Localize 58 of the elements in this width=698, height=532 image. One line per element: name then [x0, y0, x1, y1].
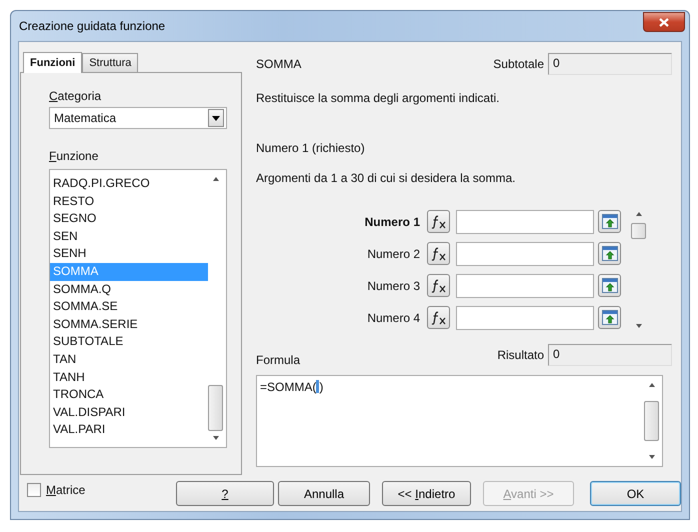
argument-label: Numero 4	[367, 310, 420, 324]
tab[interactable]: Funzioni	[23, 52, 82, 73]
close-button[interactable]	[643, 12, 685, 32]
fx-icon	[430, 214, 446, 228]
shrink-button[interactable]	[598, 210, 621, 233]
argument-field[interactable]	[456, 274, 594, 298]
list-item[interactable]: SOMMA.Q	[50, 280, 208, 298]
list-item[interactable]: RESTO	[50, 192, 208, 210]
function-button[interactable]	[427, 306, 450, 329]
help-button[interactable]: ?	[176, 481, 274, 506]
close-icon	[659, 18, 669, 26]
argument-field[interactable]	[456, 242, 594, 266]
tab[interactable]: Struttura	[82, 53, 138, 72]
window-title: Creazione guidata funzione	[19, 19, 166, 33]
subtotal-field: 0	[548, 53, 672, 75]
result-label: Risultato	[497, 348, 544, 362]
checkbox[interactable]	[27, 483, 41, 497]
list-item[interactable]: RADQ.PI.GRECO	[50, 175, 208, 193]
list-item[interactable]: VAL.DISPARI	[50, 404, 208, 422]
shrink-button[interactable]	[598, 274, 621, 297]
list-item[interactable]: SOMMA.SERIE	[50, 316, 208, 334]
argument-title: Numero 1 (richiesto)	[256, 141, 366, 157]
argument-label: Numero 1	[364, 214, 420, 228]
subtotal-label: Subtotale	[493, 57, 544, 71]
function-button[interactable]	[427, 274, 450, 297]
argument-field[interactable]	[456, 210, 594, 234]
result-field: 0	[548, 344, 672, 366]
argument-field[interactable]	[456, 306, 594, 330]
argument-description: Argomenti da 1 a 30 di cui si desidera la somma.	[256, 171, 516, 187]
list-item[interactable]: TAN	[50, 350, 208, 369]
shrink-button[interactable]	[598, 242, 621, 265]
function-name: SOMMA	[256, 57, 302, 71]
caret-icon	[212, 116, 220, 120]
formula-label: Formula	[256, 352, 302, 367]
function-button[interactable]	[427, 242, 450, 265]
list-item[interactable]: VAL.PARI	[50, 421, 208, 439]
fx-icon	[430, 278, 446, 292]
shrink-button[interactable]	[598, 306, 621, 329]
list-item[interactable]: SENH	[50, 245, 208, 263]
checkbox-label: Matrice	[46, 483, 86, 497]
list-item[interactable]: SEN	[50, 228, 208, 246]
fx-icon	[430, 310, 446, 324]
list-item[interactable]: TRONCA	[50, 386, 208, 404]
fx-icon	[430, 246, 446, 260]
argument-label: Numero 3	[367, 278, 420, 292]
list-item[interactable]: SOMMA.SE	[50, 298, 208, 316]
function-button[interactable]	[427, 210, 450, 233]
category-dropdown[interactable]: Matematica	[49, 107, 227, 129]
list-item[interactable]: SEGNO	[50, 210, 208, 228]
category-label: Categoria	[49, 89, 102, 105]
dialog-button[interactable]: << Indietro	[382, 481, 471, 506]
list-item[interactable]: TANH	[50, 368, 208, 386]
list-item[interactable]: SUBTOTALE	[50, 333, 208, 351]
function-description: Restituisce la somma degli argomenti indicati.	[256, 91, 500, 107]
function-label: Funzione	[49, 149, 100, 165]
argument-label: Numero 2	[367, 246, 420, 260]
dialog-button[interactable]: Annulla	[278, 481, 370, 506]
dialog-button[interactable]: OK	[590, 481, 681, 506]
